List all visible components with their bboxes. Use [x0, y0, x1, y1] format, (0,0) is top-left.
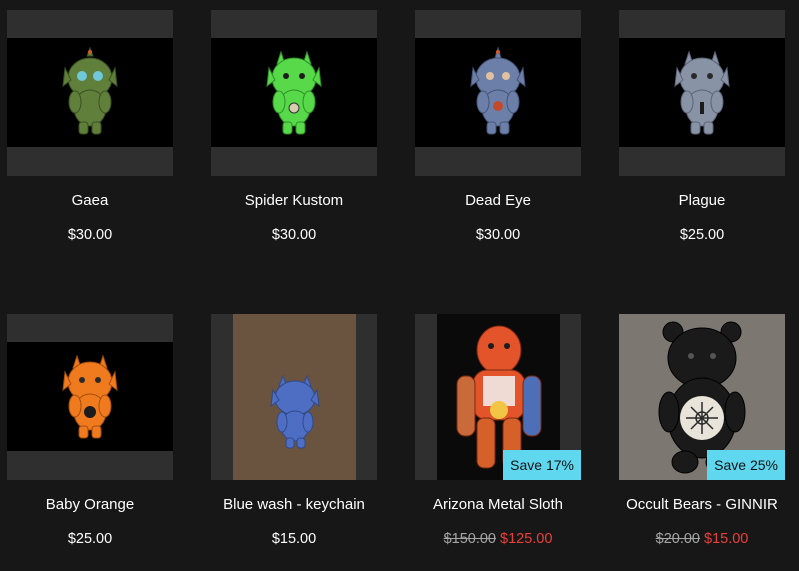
price-value: $30.00: [271, 227, 317, 243]
product-name[interactable]: Dead Eye: [395, 192, 601, 209]
kaiju-figure-image: [7, 38, 173, 147]
kaiju-figure-image: [211, 38, 377, 147]
product-card-spider-kustom[interactable]: Spider Kustom $30.00: [211, 10, 377, 243]
product-name[interactable]: Gaea: [0, 192, 193, 209]
product-card-gaea[interactable]: Gaea $30.00: [7, 10, 173, 243]
original-price: $150.00: [443, 531, 496, 547]
product-price: $25.00: [0, 531, 193, 547]
product-price: $150.00 $125.00: [395, 531, 601, 547]
product-thumbnail[interactable]: Save 17%: [415, 314, 581, 480]
product-thumbnail[interactable]: [619, 10, 785, 176]
product-price: $20.00 $15.00: [599, 531, 799, 547]
original-price: $20.00: [655, 531, 700, 547]
product-thumbnail[interactable]: [211, 314, 377, 480]
price-value: $25.00: [67, 531, 113, 547]
kaiju-figure-image: [7, 342, 173, 451]
product-name[interactable]: Blue wash - keychain: [191, 496, 397, 513]
product-thumbnail[interactable]: [7, 10, 173, 176]
product-name[interactable]: Plague: [599, 192, 799, 209]
product-photo: [7, 38, 173, 147]
product-price: $15.00: [191, 531, 397, 547]
product-thumbnail[interactable]: [7, 314, 173, 480]
discount-badge: Save 17%: [503, 450, 581, 480]
kaiju-figure-image: [415, 38, 581, 147]
product-photo: [7, 342, 173, 451]
product-name[interactable]: Occult Bears - GINNIR: [599, 496, 799, 513]
product-price: $30.00: [0, 227, 193, 243]
product-name[interactable]: Baby Orange: [0, 496, 193, 513]
kaiju-figure-image: [619, 38, 785, 147]
product-thumbnail[interactable]: Save 25%: [619, 314, 785, 480]
product-name[interactable]: Spider Kustom: [191, 192, 397, 209]
product-thumbnail[interactable]: [415, 10, 581, 176]
product-card-baby-orange[interactable]: Baby Orange $25.00: [7, 314, 173, 547]
price-value: $15.00: [271, 531, 317, 547]
product-photo: [211, 38, 377, 147]
product-card-blue-wash-keychain[interactable]: Blue wash - keychain $15.00: [211, 314, 377, 547]
product-price: $30.00: [395, 227, 601, 243]
product-card-plague[interactable]: Plague $25.00: [619, 10, 785, 243]
product-photo: [619, 38, 785, 147]
price-value: $30.00: [475, 227, 521, 243]
product-name[interactable]: Arizona Metal Sloth: [395, 496, 601, 513]
price-value: $25.00: [679, 227, 725, 243]
price-value: $30.00: [67, 227, 113, 243]
product-thumbnail[interactable]: [211, 10, 377, 176]
product-price: $30.00: [191, 227, 397, 243]
product-photo: [415, 38, 581, 147]
product-price: $25.00: [599, 227, 799, 243]
product-card-arizona-metal-sloth[interactable]: Save 17% Arizona Metal Sloth $150.00 $125…: [415, 314, 581, 547]
product-photo: [233, 314, 356, 480]
discount-badge: Save 25%: [707, 450, 785, 480]
sale-price: $15.00: [704, 531, 749, 547]
product-card-occult-bears-ginnir[interactable]: Save 25% Occult Bears - GINNIR $20.00 $15…: [619, 314, 785, 547]
product-card-dead-eye[interactable]: Dead Eye $30.00: [415, 10, 581, 243]
kaiju-figure-image: [233, 314, 356, 480]
sale-price: $125.00: [500, 531, 553, 547]
